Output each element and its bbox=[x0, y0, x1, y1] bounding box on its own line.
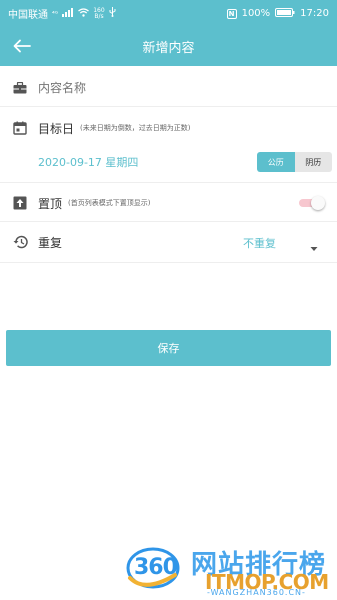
logo-text: 360 bbox=[134, 555, 178, 580]
signal-icon bbox=[62, 7, 74, 20]
content-name-row[interactable] bbox=[0, 76, 337, 100]
target-date-value[interactable]: 2020-09-17 星期四 bbox=[38, 154, 138, 170]
calendar-type-toggle[interactable]: 公历 阴历 bbox=[257, 152, 332, 172]
briefcase-icon bbox=[12, 80, 28, 96]
back-button[interactable] bbox=[10, 34, 34, 58]
usb-icon bbox=[109, 7, 116, 20]
battery-level: 100% bbox=[241, 8, 271, 19]
dropdown-arrow-icon[interactable] bbox=[309, 238, 319, 251]
divider bbox=[0, 262, 337, 263]
target-date-label: 目标日 bbox=[38, 121, 75, 136]
wifi-icon bbox=[78, 7, 90, 20]
divider bbox=[0, 182, 337, 183]
repeat-value[interactable]: 不重复 bbox=[243, 235, 276, 251]
page-title: 新增内容 bbox=[142, 41, 195, 56]
calendar-icon bbox=[12, 120, 28, 136]
save-button[interactable]: 保存 bbox=[6, 330, 331, 366]
net-type-label: ⁴ᴳ bbox=[52, 9, 59, 18]
solar-calendar-option[interactable]: 公历 bbox=[257, 152, 295, 172]
target-date-hint: (未来日期为倒数，过去日期为正数) bbox=[80, 124, 191, 132]
history-icon bbox=[12, 234, 28, 250]
content-name-input[interactable] bbox=[38, 81, 298, 95]
repeat-row[interactable]: 重复 bbox=[0, 232, 337, 252]
net-speed: 160 B/s bbox=[93, 7, 104, 20]
divider bbox=[0, 221, 337, 222]
net-speed-unit: B/s bbox=[94, 12, 104, 20]
repeat-label: 重复 bbox=[38, 235, 63, 250]
back-arrow-icon bbox=[13, 39, 31, 53]
battery-icon bbox=[275, 7, 295, 20]
pin-top-row: 置顶 (首页列表模式下置顶显示) bbox=[0, 193, 337, 213]
watermark-sub: -WANGZHAN360.CN- bbox=[207, 588, 306, 597]
app-bar: 新增内容 bbox=[0, 27, 337, 66]
carrier-label: 中国联通 bbox=[8, 10, 48, 21]
pin-top-label: 置顶 bbox=[38, 196, 63, 211]
target-date-row: 目标日 (未来日期为倒数，过去日期为正数) bbox=[0, 118, 337, 138]
lunar-calendar-option[interactable]: 阴历 bbox=[294, 152, 332, 172]
pin-top-hint: (首页列表模式下置顶显示) bbox=[68, 199, 151, 207]
pin-top-switch[interactable] bbox=[299, 196, 325, 210]
pin-top-icon bbox=[12, 195, 28, 211]
divider bbox=[0, 106, 337, 107]
switch-knob bbox=[311, 196, 325, 210]
status-bar: 中国联通 ⁴ᴳ 160 B/s N 100% 17:20 bbox=[0, 0, 337, 27]
watermark: 360 网站排行榜 ITMOP.COM -WANGZHAN360.CN- bbox=[125, 543, 335, 600]
clock: 17:20 bbox=[300, 8, 329, 19]
nfc-icon: N bbox=[226, 8, 237, 19]
